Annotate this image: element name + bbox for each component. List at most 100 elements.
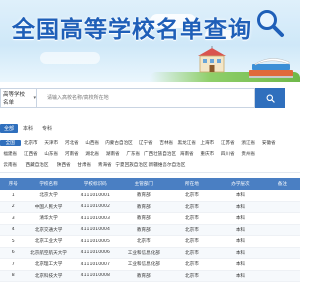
table-cell: 教育部 <box>136 273 151 279</box>
province-item[interactable]: 新疆维吾尔自治区 <box>148 162 186 168</box>
cloud-decoration <box>40 52 100 64</box>
table-cell: 北京工业大学 <box>34 239 63 245</box>
table-row[interactable]: 8 北京科技大学 4111010008 教育部 北京市 本科 <box>0 270 300 282</box>
search-category-select[interactable]: 高等学校名单 ▾ <box>0 88 36 108</box>
table-cell: 北京市 <box>185 193 199 199</box>
tab-all[interactable]: 全部 <box>0 123 19 133</box>
province-item[interactable]: 吉林省 <box>156 140 177 146</box>
table-cell: 教育部 <box>136 193 151 199</box>
table-row[interactable]: 1 北京大学 4111010001 教育部 北京市 本科 <box>0 190 300 202</box>
table-row[interactable]: 2 中国人民大学 4111010002 教育部 北京市 本科 <box>0 201 300 213</box>
column-header: 序号 <box>8 182 18 187</box>
province-item[interactable]: 甘肃省 <box>74 162 95 168</box>
table-cell: 5 <box>11 238 15 244</box>
table-row[interactable]: 3 清华大学 4111010003 教育部 北京市 本科 <box>0 213 300 225</box>
province-item[interactable]: 湖南省 <box>103 151 124 157</box>
province-item[interactable]: 西藏自治区 <box>21 162 54 168</box>
table-cell: 本科 <box>235 227 246 233</box>
table-cell: 工业和信息化部 <box>127 262 160 268</box>
table-cell: 教育部 <box>136 227 151 233</box>
tab-junior-college[interactable]: 专科 <box>38 124 56 133</box>
province-item[interactable]: 四川省 <box>218 151 239 157</box>
province-item[interactable]: 黑龙江省 <box>177 140 198 146</box>
province-item[interactable]: 陕西省 <box>54 162 75 168</box>
table-cell: 工业和信息化部 <box>127 250 160 256</box>
column-header: 学校标识码 <box>83 182 107 187</box>
province-item[interactable]: 江苏省 <box>218 140 239 146</box>
table-row[interactable]: 7 北京理工大学 4111010007 工业和信息化部 北京市 本科 <box>0 259 300 271</box>
tab-undergraduate[interactable]: 本科 <box>19 124 37 133</box>
search-button[interactable] <box>255 88 285 108</box>
province-item[interactable]: 浙江省 <box>238 140 259 146</box>
province-item[interactable]: 重庆市 <box>197 151 218 157</box>
table-cell: 北京市 <box>185 262 199 268</box>
school-table: 序号 学校名称 学校标识码 主管部门 所在地 办学层次 备注 1 北京大学 4111… <box>0 178 300 282</box>
province-item[interactable]: 辽宁省 <box>136 140 157 146</box>
column-header: 备注 <box>277 182 287 187</box>
province-item[interactable]: 上海市 <box>197 140 218 146</box>
province-item[interactable]: 山西省 <box>82 140 103 146</box>
table-cell: 北京市 <box>136 239 151 245</box>
table-cell: 4111010008 <box>80 273 110 279</box>
province-item[interactable]: 河北省 <box>62 140 83 146</box>
province-item[interactable]: 福建省 <box>0 151 21 157</box>
school-building-icon <box>198 46 226 73</box>
table-cell: 教育部 <box>136 216 151 222</box>
search-input[interactable] <box>36 88 255 108</box>
province-item[interactable]: 广东省 <box>123 151 144 157</box>
table-cell: 2 <box>11 204 15 210</box>
table-cell: 4111010007 <box>80 261 110 267</box>
table-cell: 北京市 <box>185 204 199 210</box>
school-type-tabs: 全部 本科 专科 <box>0 122 300 134</box>
table-cell: 4111010004 <box>80 227 110 233</box>
province-item[interactable]: 北京市 <box>21 140 42 146</box>
province-item[interactable]: 河南省 <box>62 151 83 157</box>
page-title: 全国高等学校名单查询 <box>12 17 252 43</box>
table-row[interactable]: 4 北京交通大学 4111010004 教育部 北京市 本科 <box>0 224 300 236</box>
province-item[interactable]: 湖北省 <box>82 151 103 157</box>
search-category-label: 高等学校名单 <box>3 92 26 106</box>
table-body: 1 北京大学 4111010001 教育部 北京市 本科 2 中国人民大学 4111010002… <box>0 190 300 282</box>
table-cell: 本科 <box>235 193 246 199</box>
province-item[interactable]: 广西壮族自治区 <box>144 151 177 157</box>
province-item[interactable]: 江西省 <box>21 151 42 157</box>
table-row[interactable]: 6 北京航空航天大学 4111010006 工业和信息化部 北京市 本科 <box>0 247 300 259</box>
table-cell: 北京交通大学 <box>34 227 63 233</box>
province-item[interactable]: 天津市 <box>41 140 62 146</box>
table-cell: 北京市 <box>185 250 199 256</box>
province-all[interactable]: 全国 <box>0 140 21 146</box>
table-cell: 北京市 <box>185 239 199 245</box>
table-cell: 3 <box>11 215 15 221</box>
province-row: 福建省 江西省 山东省 河南省 湖北省 湖南省 广东省 广西壮族自治区 海南省 … <box>0 149 300 159</box>
province-item[interactable]: 安徽省 <box>259 140 280 146</box>
province-item[interactable]: 贵州省 <box>238 151 259 157</box>
table-cell: 7 <box>11 261 15 267</box>
table-cell: 8 <box>11 273 15 279</box>
table-cell: 中国人民大学 <box>34 204 63 210</box>
table-cell: 本科 <box>235 204 246 210</box>
table-cell: 北京市 <box>185 216 199 222</box>
magnifier-icon <box>257 10 284 37</box>
search-icon <box>266 94 275 103</box>
province-item[interactable]: 海南省 <box>177 151 198 157</box>
column-header: 所在地 <box>185 182 199 187</box>
column-header: 主管部门 <box>134 182 154 187</box>
table-cell: 本科 <box>235 216 246 222</box>
province-row: 全国 北京市 天津市 河北省 山西省 内蒙古自治区 辽宁省 吉林省 黑龙江省 上… <box>0 138 300 148</box>
table-cell: 北京科技大学 <box>34 273 63 279</box>
search-bar: 高等学校名单 ▾ <box>0 88 300 108</box>
province-item[interactable]: 青海省 <box>95 162 116 168</box>
table-cell: 北京大学 <box>39 193 58 199</box>
province-item[interactable]: 云南省 <box>0 162 21 168</box>
table-cell: 4111010002 <box>80 204 110 210</box>
province-item[interactable]: 山东省 <box>41 151 62 157</box>
table-cell: 教育部 <box>136 204 151 210</box>
province-filter: 全国 北京市 天津市 河北省 山西省 内蒙古自治区 辽宁省 吉林省 黑龙江省 上… <box>0 138 300 170</box>
province-item[interactable]: 内蒙古自治区 <box>103 140 136 146</box>
table-cell: 北京市 <box>185 273 199 279</box>
table-cell: 4111010005 <box>80 238 110 244</box>
table-cell: 本科 <box>235 273 246 279</box>
province-item[interactable]: 宁夏回族自治区 <box>115 162 148 168</box>
table-row[interactable]: 5 北京工业大学 4111010005 北京市 北京市 本科 <box>0 236 300 248</box>
divider <box>0 172 300 173</box>
